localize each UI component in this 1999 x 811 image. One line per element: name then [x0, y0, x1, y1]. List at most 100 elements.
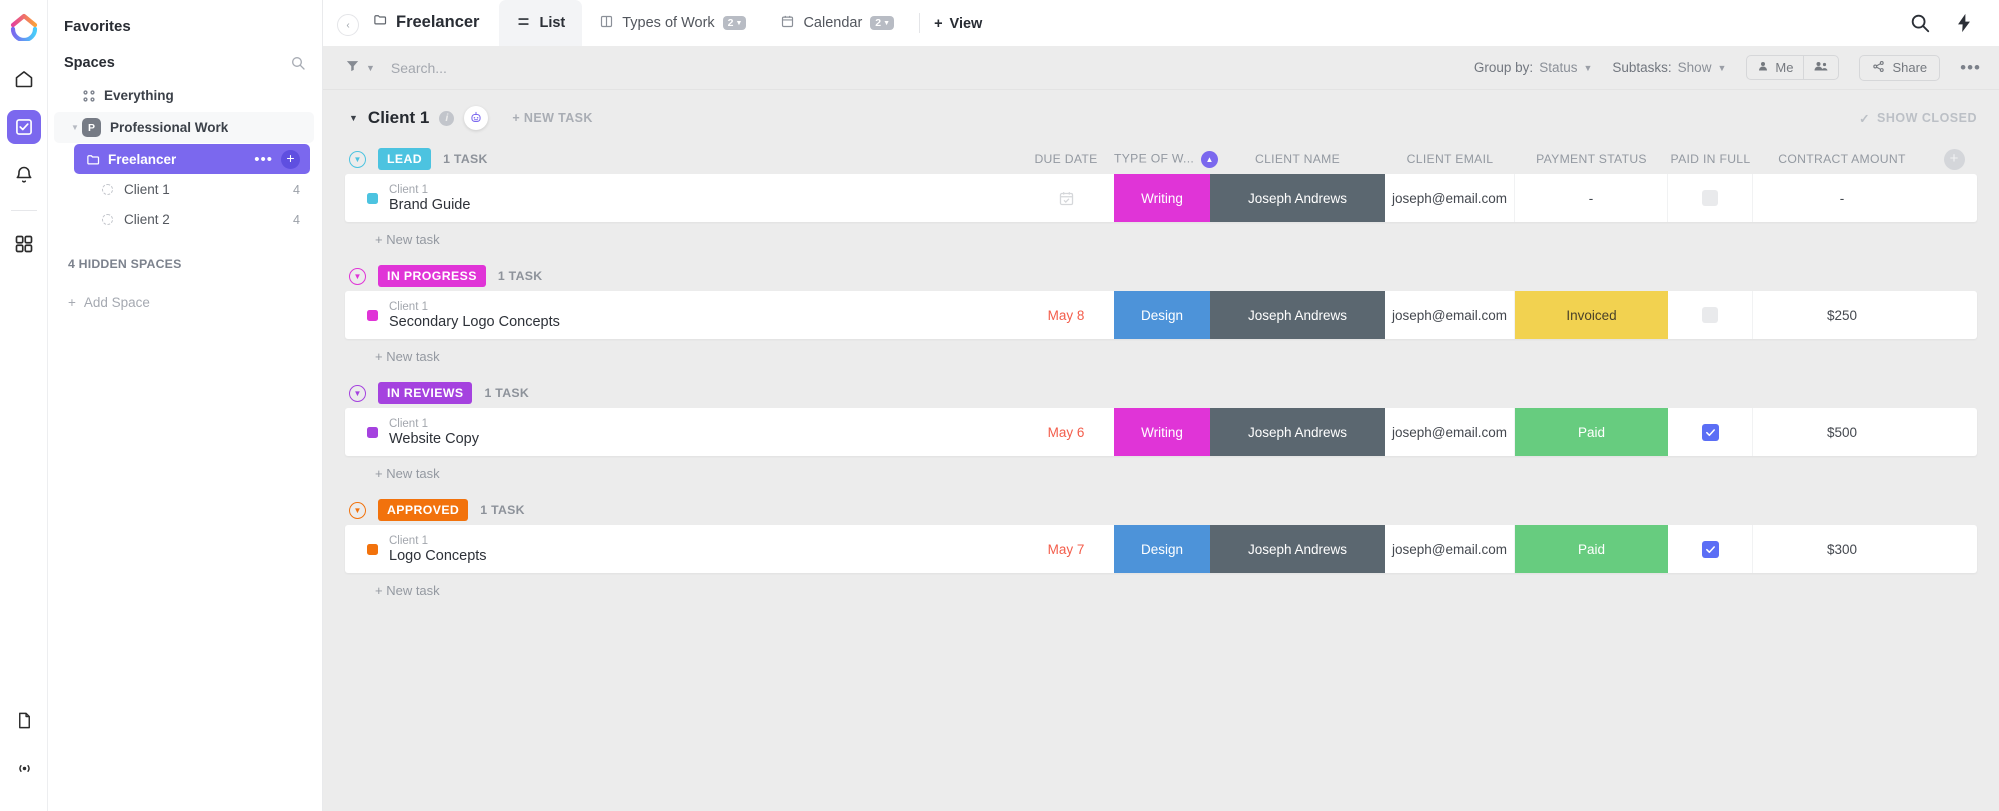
- breadcrumb[interactable]: Freelancer: [373, 12, 499, 46]
- cell-contract-amount[interactable]: $300: [1753, 525, 1931, 573]
- chevron-down-icon[interactable]: ▼: [68, 123, 82, 132]
- task-name-cell[interactable]: Client 1 Secondary Logo Concepts: [345, 291, 1018, 339]
- group-collapse-toggle[interactable]: ▼: [349, 384, 366, 402]
- cell-payment-status[interactable]: Paid: [1515, 408, 1668, 456]
- table-row[interactable]: Client 1 Logo Concepts May 7 Design Jose…: [345, 525, 1977, 573]
- notifications-bell-icon[interactable]: [7, 158, 41, 192]
- cell-client-name[interactable]: Joseph Andrews: [1210, 525, 1385, 573]
- tab-list[interactable]: List: [499, 0, 583, 46]
- column-header-payment-status[interactable]: PAYMENT STATUS: [1515, 152, 1668, 166]
- task-name-cell[interactable]: Client 1 Website Copy: [345, 408, 1018, 456]
- new-task-header-button[interactable]: + NEW TASK: [512, 111, 593, 125]
- cell-paid-in-full[interactable]: [1668, 408, 1753, 456]
- tab-badge[interactable]: 2 ▼: [722, 16, 747, 30]
- ai-robot-icon[interactable]: [464, 106, 489, 130]
- column-header-due-date[interactable]: DUE DATE: [1018, 152, 1114, 166]
- sidebar-item-client-2[interactable]: Client 2 4: [90, 205, 310, 234]
- task-name-cell[interactable]: Client 1 Brand Guide: [345, 174, 1018, 222]
- task-name-cell[interactable]: Client 1 Logo Concepts: [345, 525, 1018, 573]
- column-header-type-of-work[interactable]: TYPE OF W... ▲: [1114, 150, 1219, 168]
- group-collapse-toggle[interactable]: ▼: [349, 267, 366, 285]
- home-icon[interactable]: [7, 62, 41, 96]
- search-icon[interactable]: [290, 55, 306, 71]
- assignees-button[interactable]: [1803, 56, 1838, 79]
- calendar-empty-icon[interactable]: [1058, 190, 1075, 207]
- cell-payment-status[interactable]: Paid: [1515, 525, 1668, 573]
- column-header-contract-amount[interactable]: CONTRACT AMOUNT: [1753, 152, 1931, 166]
- new-task-button[interactable]: + New task: [345, 573, 1977, 598]
- me-filter-button[interactable]: Me: [1747, 56, 1803, 79]
- collapse-sidebar-button[interactable]: ‹: [337, 14, 359, 36]
- table-row[interactable]: Client 1 Secondary Logo Concepts May 8 D…: [345, 291, 1977, 339]
- cell-client-name[interactable]: Joseph Andrews: [1210, 291, 1385, 339]
- cell-payment-status[interactable]: Invoiced: [1515, 291, 1668, 339]
- add-view-button[interactable]: + View: [924, 16, 996, 46]
- cell-client-email[interactable]: joseph@email.com: [1385, 174, 1515, 222]
- tab-calendar[interactable]: Calendar 2 ▼: [763, 0, 911, 46]
- checkbox-unchecked-icon[interactable]: [1702, 190, 1718, 206]
- toolbar-more-button[interactable]: •••: [1960, 59, 1981, 76]
- clickup-logo-icon[interactable]: [7, 10, 41, 44]
- cell-contract-amount[interactable]: $500: [1753, 408, 1931, 456]
- cell-due-date[interactable]: [1018, 174, 1114, 222]
- cell-client-email[interactable]: joseph@email.com: [1385, 525, 1515, 573]
- broadcast-icon[interactable]: [7, 751, 41, 785]
- lightning-bolt-icon[interactable]: [1953, 12, 1975, 34]
- column-header-paid-in-full[interactable]: PAID IN FULL: [1668, 152, 1753, 166]
- column-header-client-email[interactable]: CLIENT EMAIL: [1385, 152, 1515, 166]
- sidebar-item-everything[interactable]: Everything: [54, 80, 314, 111]
- checkbox-checked-icon[interactable]: [1701, 423, 1719, 441]
- cell-client-name[interactable]: Joseph Andrews: [1210, 174, 1385, 222]
- cell-paid-in-full[interactable]: [1668, 525, 1753, 573]
- cell-type-of-work[interactable]: Writing: [1114, 408, 1210, 456]
- status-badge[interactable]: IN PROGRESS: [378, 265, 486, 287]
- sidebar-item-client-1[interactable]: Client 1 4: [90, 175, 310, 204]
- status-badge[interactable]: IN REVIEWS: [378, 382, 473, 404]
- show-closed-button[interactable]: ✓ SHOW CLOSED: [1859, 111, 1977, 126]
- cell-client-name[interactable]: Joseph Andrews: [1210, 408, 1385, 456]
- status-badge[interactable]: APPROVED: [378, 499, 469, 521]
- group-collapse-toggle[interactable]: ▼: [349, 150, 366, 168]
- info-icon[interactable]: i: [439, 110, 455, 126]
- folder-add-icon[interactable]: +: [281, 149, 300, 169]
- new-task-button[interactable]: + New task: [345, 222, 1977, 247]
- status-dot-icon[interactable]: [367, 426, 378, 438]
- tab-types-of-work[interactable]: Types of Work 2 ▼: [582, 0, 763, 46]
- filter-button[interactable]: ▼: [345, 58, 375, 78]
- chevron-down-icon[interactable]: ▼: [349, 113, 358, 123]
- cell-paid-in-full[interactable]: [1668, 291, 1753, 339]
- sidebar-item-professional-work[interactable]: ▼ P Professional Work: [54, 112, 314, 143]
- new-task-button[interactable]: + New task: [345, 339, 1977, 364]
- column-header-client-name[interactable]: CLIENT NAME: [1210, 152, 1385, 166]
- tasks-icon[interactable]: [6, 110, 41, 144]
- table-row[interactable]: Client 1 Website Copy May 6 Writing Jose…: [345, 408, 1977, 456]
- add-space-button[interactable]: + Add Space: [48, 271, 322, 310]
- cell-due-date[interactable]: May 7: [1018, 525, 1114, 573]
- group-collapse-toggle[interactable]: ▼: [349, 501, 366, 519]
- table-row[interactable]: Client 1 Brand Guide Writing Joseph Andr…: [345, 174, 1977, 222]
- search-icon[interactable]: [1909, 12, 1931, 34]
- cell-type-of-work[interactable]: Writing: [1114, 174, 1210, 222]
- cell-payment-status[interactable]: -: [1515, 174, 1668, 222]
- status-dot-icon[interactable]: [367, 309, 378, 321]
- status-badge[interactable]: LEAD: [378, 148, 432, 170]
- share-button[interactable]: Share: [1859, 54, 1941, 81]
- cell-type-of-work[interactable]: Design: [1114, 525, 1210, 573]
- cell-contract-amount[interactable]: -: [1753, 174, 1931, 222]
- hidden-spaces-label[interactable]: 4 HIDDEN SPACES: [48, 235, 322, 271]
- subtasks-control[interactable]: Subtasks: Show ▼: [1612, 60, 1726, 75]
- add-column-button[interactable]: +: [1943, 148, 1965, 170]
- checkbox-unchecked-icon[interactable]: [1702, 307, 1718, 323]
- cell-due-date[interactable]: May 6: [1018, 408, 1114, 456]
- new-task-button[interactable]: + New task: [345, 456, 1977, 481]
- cell-client-email[interactable]: joseph@email.com: [1385, 408, 1515, 456]
- dashboards-grid-icon[interactable]: [7, 227, 41, 261]
- docs-icon[interactable]: [7, 703, 41, 737]
- search-input[interactable]: Search...: [391, 60, 447, 76]
- status-dot-icon[interactable]: [367, 192, 378, 204]
- cell-type-of-work[interactable]: Design: [1114, 291, 1210, 339]
- cell-due-date[interactable]: May 8: [1018, 291, 1114, 339]
- sidebar-item-freelancer[interactable]: Freelancer ••• +: [74, 144, 310, 174]
- cell-contract-amount[interactable]: $250: [1753, 291, 1931, 339]
- status-dot-icon[interactable]: [367, 543, 378, 555]
